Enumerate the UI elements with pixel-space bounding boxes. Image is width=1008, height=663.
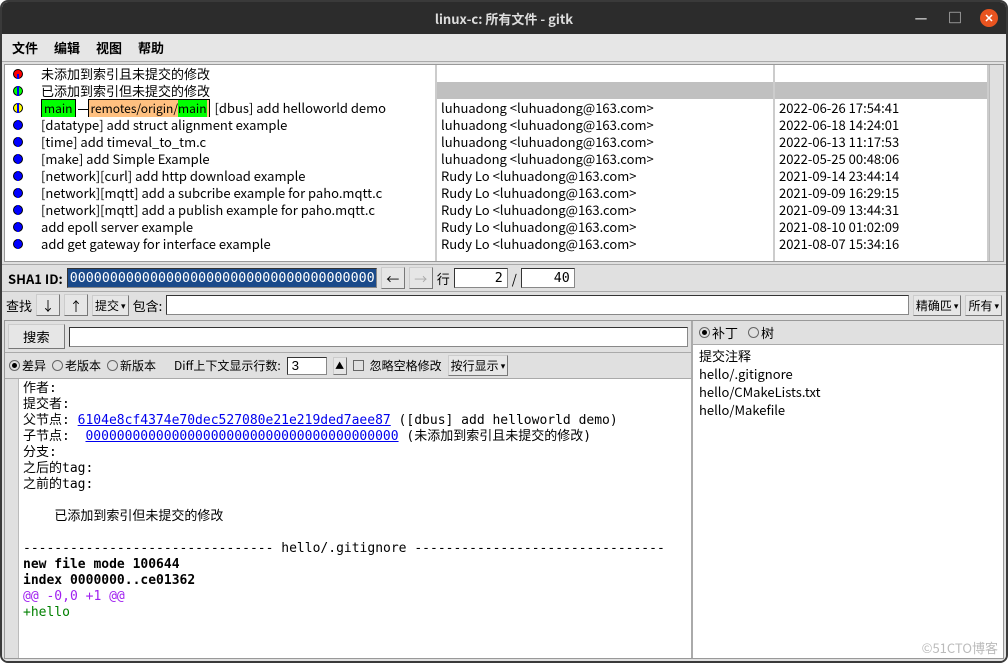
commit-row[interactable]: add epoll server example [5, 218, 435, 235]
date-cell[interactable]: 2021-09-09 16:29:15 [775, 184, 987, 201]
commit-list-panel: 未添加到索引且未提交的修改已添加到索引但未提交的修改mainremotes/or… [4, 64, 1004, 262]
menu-bar: 文件 编辑 视图 帮助 [2, 34, 1006, 62]
commit-row[interactable]: [network][mqtt] add a publish example fo… [5, 201, 435, 218]
commit-row[interactable]: mainremotes/origin/main [dbus] add hello… [5, 99, 435, 116]
commit-row[interactable]: [network][mqtt] add a subcribe example f… [5, 184, 435, 201]
radio-tree[interactable]: 树 [748, 323, 774, 342]
context-spinner[interactable]: ▲ [333, 357, 347, 375]
sha-row: SHA1 ID: ← → 行 / [2, 264, 1006, 292]
commits-column[interactable]: 未添加到索引且未提交的修改已添加到索引但未提交的修改mainremotes/or… [5, 65, 437, 261]
author-cell[interactable] [437, 65, 773, 82]
sha-label: SHA1 ID: [8, 269, 63, 288]
commit-message: add get gateway for interface example [41, 234, 271, 253]
author-cell[interactable] [437, 82, 773, 99]
radio-old[interactable]: 老版本 [52, 357, 101, 374]
watermark: ©51CTO博客 [922, 638, 998, 657]
find-match-combo[interactable]: 精确匹 [913, 295, 962, 316]
child-link[interactable]: 0000000000000000000000000000000000000000 [85, 429, 398, 444]
author-cell[interactable]: luhuadong <luhuadong@163.com> [437, 99, 773, 116]
radio-diff[interactable]: 差异 [9, 357, 46, 374]
author-cell[interactable]: Rudy Lo <luhuadong@163.com> [437, 235, 773, 252]
commit-row[interactable]: [network][curl] add http download exampl… [5, 167, 435, 184]
author-column[interactable]: luhuadong <luhuadong@163.com>luhuadong <… [437, 65, 775, 261]
diff-text-view[interactable]: 作者: 提交者: 父节点: 6104e8cf4374e70dec527080e2… [19, 379, 691, 658]
date-cell[interactable]: 2021-09-09 13:44:31 [775, 201, 987, 218]
nav-forward-button[interactable]: → [409, 267, 433, 289]
find-type-combo[interactable]: 提交 [92, 295, 129, 316]
search-button[interactable]: 搜索 [8, 324, 65, 349]
bottom-panel: 搜索 差异 老版本 新版本 Diff上下文显示行数: ▲ 忽略空格修改 按行显示 [4, 320, 1004, 659]
author-cell[interactable]: luhuadong <luhuadong@163.com> [437, 150, 773, 167]
close-button[interactable]: ✕ [980, 9, 998, 27]
file-item[interactable]: hello/Makefile [699, 401, 997, 419]
title-bar: linux-c: 所有文件 - gitk — □ ✕ [2, 2, 1006, 34]
search-input[interactable] [69, 327, 688, 347]
minimize-button[interactable]: — [912, 9, 930, 27]
parent-link[interactable]: 6104e8cf4374e70dec527080e21e219ded7aee87 [78, 413, 391, 428]
author-cell[interactable]: luhuadong <luhuadong@163.com> [437, 133, 773, 150]
author-cell[interactable]: Rudy Lo <luhuadong@163.com> [437, 218, 773, 235]
date-cell[interactable]: 2022-06-13 11:17:53 [775, 133, 987, 150]
find-row: 查找 ↓ ↑ 提交 包含: 精确匹 所有 [2, 292, 1006, 318]
find-fields-combo[interactable]: 所有 [965, 295, 1002, 316]
context-lines-label: Diff上下文显示行数: [174, 357, 281, 374]
menu-edit[interactable]: 编辑 [48, 36, 86, 59]
author-cell[interactable]: Rudy Lo <luhuadong@163.com> [437, 201, 773, 218]
commit-row[interactable]: [time] add timeval_to_tm.c [5, 133, 435, 150]
file-item[interactable]: hello/.gitignore [699, 365, 997, 383]
context-lines-input[interactable] [287, 357, 327, 375]
commit-scrollbar[interactable] [989, 65, 1003, 261]
commit-row[interactable]: add get gateway for interface example [5, 235, 435, 252]
find-next-button[interactable]: ↓ [36, 294, 60, 316]
diff-options-row: 差异 老版本 新版本 Diff上下文显示行数: ▲ 忽略空格修改 按行显示 [5, 353, 691, 379]
author-cell[interactable]: Rudy Lo <luhuadong@163.com> [437, 167, 773, 184]
radio-new[interactable]: 新版本 [107, 357, 156, 374]
maximize-button[interactable]: □ [946, 9, 964, 27]
commit-row[interactable]: [datatype] add struct alignment example [5, 116, 435, 133]
commit-row[interactable]: [make] add Simple Example [5, 150, 435, 167]
app-window: linux-c: 所有文件 - gitk — □ ✕ 文件 编辑 视图 帮助 未… [0, 0, 1008, 663]
date-cell[interactable]: 2022-06-26 17:54:41 [775, 99, 987, 116]
date-cell[interactable]: 2021-08-10 01:02:09 [775, 218, 987, 235]
file-comment-note[interactable]: 提交注释 [699, 347, 997, 365]
date-cell[interactable]: 2022-06-18 14:24:01 [775, 116, 987, 133]
file-tree-panel: 补丁 树 提交注释 hello/.gitignore hello/CMakeLi… [693, 321, 1003, 658]
date-cell[interactable]: 2021-08-07 15:34:16 [775, 235, 987, 252]
tree-header: 补丁 树 [693, 321, 1003, 345]
date-cell[interactable]: 2021-09-14 23:44:14 [775, 167, 987, 184]
line-display-combo[interactable]: 按行显示 [448, 355, 509, 376]
date-cell[interactable] [775, 82, 987, 99]
date-cell[interactable] [775, 65, 987, 82]
window-title: linux-c: 所有文件 - gitk [435, 9, 573, 28]
ignore-ws-checkbox[interactable] [353, 360, 364, 371]
diff-panel: 搜索 差异 老版本 新版本 Diff上下文显示行数: ▲ 忽略空格修改 按行显示 [5, 321, 693, 658]
find-label: 查找 [6, 296, 32, 315]
author-cell[interactable]: luhuadong <luhuadong@163.com> [437, 116, 773, 133]
total-rows [521, 268, 575, 288]
menu-view[interactable]: 视图 [90, 36, 128, 59]
row-sep: / [512, 269, 517, 288]
diff-left-scrollbar[interactable] [5, 379, 19, 658]
current-row-input[interactable] [454, 268, 508, 288]
menu-file[interactable]: 文件 [6, 36, 44, 59]
find-contains-label: 包含: [133, 296, 163, 315]
nav-back-button[interactable]: ← [381, 267, 405, 289]
window-controls: — □ ✕ [912, 9, 998, 27]
radio-patch[interactable]: 补丁 [699, 323, 738, 342]
author-cell[interactable]: Rudy Lo <luhuadong@163.com> [437, 184, 773, 201]
sha-input[interactable] [67, 268, 377, 288]
menu-help[interactable]: 帮助 [132, 36, 170, 59]
commit-row[interactable]: 未添加到索引且未提交的修改 [5, 65, 435, 82]
file-item[interactable]: hello/CMakeLists.txt [699, 383, 997, 401]
content-area: 未添加到索引且未提交的修改已添加到索引但未提交的修改mainremotes/or… [2, 62, 1006, 661]
commit-row[interactable]: 已添加到索引但未提交的修改 [5, 82, 435, 99]
row-label: 行 [437, 269, 450, 288]
find-input[interactable] [166, 295, 909, 315]
date-column[interactable]: 2022-06-26 17:54:412022-06-18 14:24:0120… [775, 65, 989, 261]
search-row: 搜索 [5, 321, 691, 353]
file-list[interactable]: 提交注释 hello/.gitignore hello/CMakeLists.t… [693, 345, 1003, 658]
date-cell[interactable]: 2022-05-25 00:48:06 [775, 150, 987, 167]
ignore-ws-label: 忽略空格修改 [370, 357, 442, 374]
find-prev-button[interactable]: ↑ [64, 294, 88, 316]
